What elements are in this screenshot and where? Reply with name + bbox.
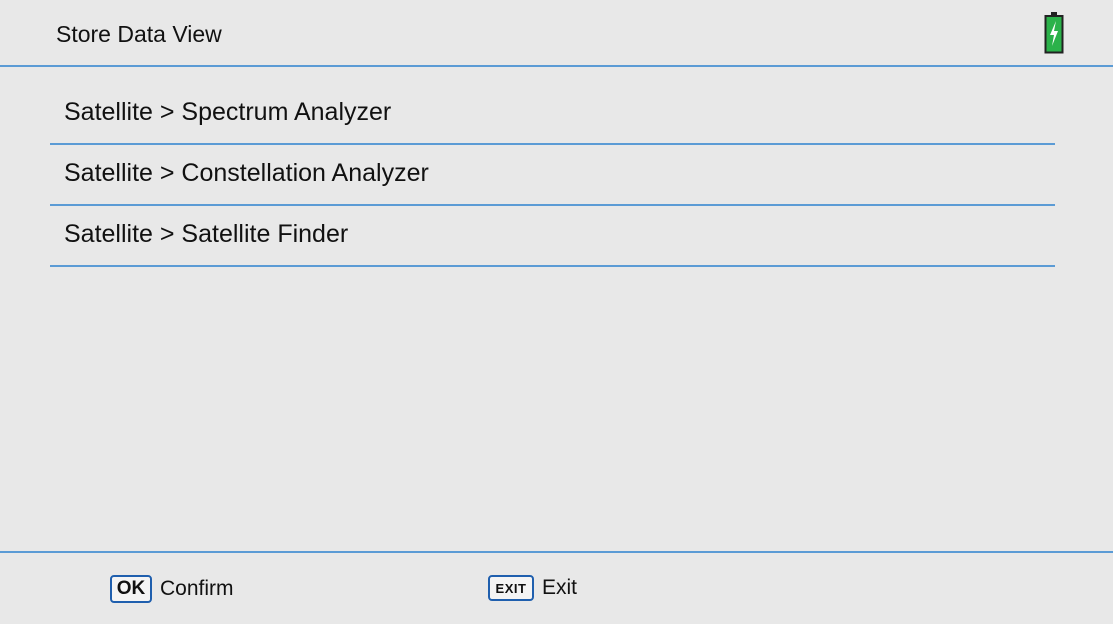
page-title: Store Data View — [56, 21, 222, 47]
confirm-button[interactable]: OK Confirm — [110, 575, 234, 603]
exit-button[interactable]: EXIT Exit — [488, 575, 577, 601]
menu-item-satellite-finder[interactable]: Satellite > Satellite Finder — [50, 206, 1055, 267]
menu-item-label: Satellite > Constellation Analyzer — [64, 159, 429, 187]
exit-label: Exit — [542, 576, 578, 599]
header-bar: Store Data View — [0, 0, 1113, 67]
ok-key-icon: OK — [110, 575, 152, 603]
exit-key-icon: EXIT — [488, 575, 534, 601]
menu-item-constellation-analyzer[interactable]: Satellite > Constellation Analyzer — [50, 145, 1055, 206]
stored-data-menu: Satellite > Spectrum Analyzer Satellite … — [50, 84, 1055, 267]
battery-charging-icon — [1044, 12, 1064, 54]
footer-bar: OK Confirm EXIT Exit — [0, 551, 1113, 624]
confirm-label: Confirm — [160, 577, 234, 600]
menu-item-label: Satellite > Satellite Finder — [64, 220, 349, 248]
menu-item-label: Satellite > Spectrum Analyzer — [64, 98, 392, 126]
menu-item-spectrum-analyzer[interactable]: Satellite > Spectrum Analyzer — [50, 84, 1055, 145]
